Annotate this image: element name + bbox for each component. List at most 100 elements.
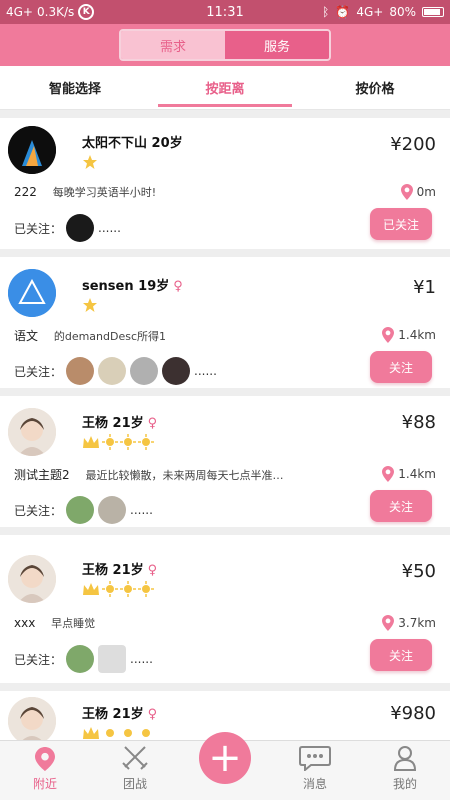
distance: 1.4km bbox=[382, 466, 436, 482]
user-name: 王杨 21岁 ♀ bbox=[82, 412, 157, 431]
location-pin-icon bbox=[382, 615, 395, 631]
followers-label: 已关注： bbox=[14, 364, 63, 379]
follower-avatar[interactable] bbox=[162, 357, 191, 385]
speed-text: 0.3K/s bbox=[37, 5, 75, 19]
female-icon: ♀ bbox=[147, 416, 158, 431]
rating-stars bbox=[82, 725, 154, 740]
demand-detail: 的demandDesc所得1 bbox=[53, 330, 167, 343]
avatar[interactable] bbox=[8, 269, 56, 317]
list-item[interactable]: 王杨 21岁 ♀ ¥50 xxx 早点睡觉 3.7km 已关注： ...... 关… bbox=[0, 535, 450, 683]
user-name: 太阳不下山 20岁 bbox=[82, 132, 183, 151]
nav-messages[interactable]: 消息 bbox=[270, 741, 360, 800]
follower-avatar[interactable] bbox=[98, 357, 127, 385]
followers-more: ...... bbox=[130, 652, 153, 666]
user-name: 王杨 21岁 ♀ bbox=[82, 559, 157, 578]
location-pin-icon bbox=[382, 327, 395, 343]
follow-button[interactable]: 关注 bbox=[370, 639, 432, 671]
user-name: 王杨 21岁 ♀ bbox=[82, 703, 157, 722]
list-item[interactable]: 王杨 21岁 ♀ ¥88 测试主题2 最近比较懒散，未来两周每天七点半准… 1.4… bbox=[0, 396, 450, 527]
followed-button[interactable]: 已关注 bbox=[370, 208, 432, 240]
female-icon: ♀ bbox=[147, 707, 158, 722]
tab-by-distance[interactable]: 按距离 bbox=[150, 66, 300, 109]
location-pin-icon bbox=[382, 466, 395, 482]
tab-by-price[interactable]: 按价格 bbox=[300, 66, 450, 109]
avatar[interactable] bbox=[8, 555, 56, 603]
follower-avatar[interactable] bbox=[66, 214, 95, 242]
female-icon: ♀ bbox=[147, 563, 158, 578]
alarm-icon: ⏰ bbox=[335, 5, 351, 19]
price: ¥50 bbox=[401, 561, 436, 582]
person-icon bbox=[393, 746, 417, 771]
sun-icon bbox=[120, 581, 136, 597]
distance: 3.7km bbox=[382, 615, 436, 631]
followers-row: 已关注： ...... bbox=[14, 214, 121, 242]
nav-mine-label: 我的 bbox=[392, 777, 417, 791]
list-item[interactable]: 太阳不下山 20岁 ¥200 222 每晚学习英语半小时! 0m 已关注： ..… bbox=[0, 118, 450, 249]
price: ¥1 bbox=[413, 277, 436, 298]
distance-text: 0m bbox=[416, 185, 436, 199]
female-icon: ♀ bbox=[173, 279, 183, 294]
sun-icon bbox=[138, 581, 154, 597]
distance: 1.4km bbox=[382, 327, 436, 343]
demand-topic: 222 bbox=[14, 185, 37, 199]
follower-avatar[interactable] bbox=[66, 645, 95, 673]
follower-avatar[interactable] bbox=[98, 496, 127, 524]
follower-avatar[interactable] bbox=[66, 496, 95, 524]
follower-avatar[interactable] bbox=[66, 357, 95, 385]
sun-icon bbox=[102, 581, 118, 597]
top-header: 需求 服务 bbox=[0, 24, 450, 66]
nav-nearby[interactable]: 附近 bbox=[0, 741, 90, 800]
follower-avatar[interactable] bbox=[98, 645, 127, 673]
crown-icon bbox=[83, 727, 99, 739]
avatar-image bbox=[8, 408, 56, 456]
segment-service[interactable]: 服务 bbox=[225, 31, 329, 59]
list-item[interactable]: sensen 19岁 ♀ ¥1 语文 的demandDesc所得1 1.4km 已… bbox=[0, 257, 450, 388]
followers-label: 已关注： bbox=[14, 503, 63, 518]
sun-icon bbox=[124, 729, 132, 737]
avatar-image bbox=[8, 269, 56, 317]
user-name-text: 王杨 21岁 bbox=[82, 416, 144, 431]
network-left: 4G+ bbox=[6, 5, 33, 19]
location-pin-icon bbox=[400, 184, 413, 200]
user-name-text: 王杨 21岁 bbox=[82, 563, 144, 578]
crown-icon bbox=[83, 583, 99, 595]
demand-list: 太阳不下山 20岁 ¥200 222 每晚学习英语半小时! 0m 已关注： ..… bbox=[0, 118, 450, 740]
demand-detail: 最近比较懒散，未来两周每天七点半准… bbox=[85, 469, 284, 482]
tab-smart-select[interactable]: 智能选择 bbox=[0, 66, 150, 109]
follow-button[interactable]: 关注 bbox=[370, 490, 432, 522]
rating-stars bbox=[82, 297, 98, 313]
user-name-text: 王杨 21岁 bbox=[82, 707, 144, 722]
avatar-image bbox=[8, 697, 56, 740]
network-right: 4G+ bbox=[356, 5, 384, 19]
avatar-image bbox=[8, 555, 56, 603]
avatar[interactable] bbox=[8, 408, 56, 456]
demand-description: 222 每晚学习英语半小时! bbox=[14, 184, 364, 200]
follower-avatar[interactable] bbox=[130, 357, 159, 385]
price: ¥200 bbox=[390, 134, 436, 155]
nav-team-battle[interactable]: 团战 bbox=[90, 741, 180, 800]
star-icon bbox=[83, 298, 97, 312]
followers-more: ...... bbox=[194, 364, 217, 378]
sun-icon bbox=[142, 729, 150, 737]
rating-stars bbox=[82, 581, 154, 597]
followers-more: ...... bbox=[130, 503, 153, 517]
avatar[interactable] bbox=[8, 126, 56, 174]
demand-description: 测试主题2 最近比较懒散，未来两周每天七点半准… bbox=[14, 466, 354, 483]
nav-messages-label: 消息 bbox=[302, 777, 327, 791]
battery-percent: 80% bbox=[389, 5, 416, 19]
distance-text: 1.4km bbox=[398, 328, 436, 342]
plus-icon: + bbox=[208, 735, 242, 781]
follow-button[interactable]: 关注 bbox=[370, 351, 432, 383]
avatar[interactable] bbox=[8, 697, 56, 740]
followers-label: 已关注： bbox=[14, 221, 63, 236]
chat-bubble-icon bbox=[299, 746, 331, 771]
clock: 11:31 bbox=[206, 4, 244, 20]
crown-icon bbox=[83, 436, 99, 448]
nav-mine[interactable]: 我的 bbox=[360, 741, 450, 800]
demand-description: 语文 的demandDesc所得1 bbox=[14, 327, 364, 344]
status-bar: 4G+ 0.3K/s K 11:31 ᛒ ⏰ 4G+ 80% bbox=[0, 0, 450, 24]
user-name-text: 太阳不下山 20岁 bbox=[82, 136, 183, 151]
add-button[interactable]: + bbox=[199, 732, 251, 784]
followers-row: 已关注： ...... bbox=[14, 645, 153, 673]
segment-demand[interactable]: 需求 bbox=[121, 31, 225, 59]
